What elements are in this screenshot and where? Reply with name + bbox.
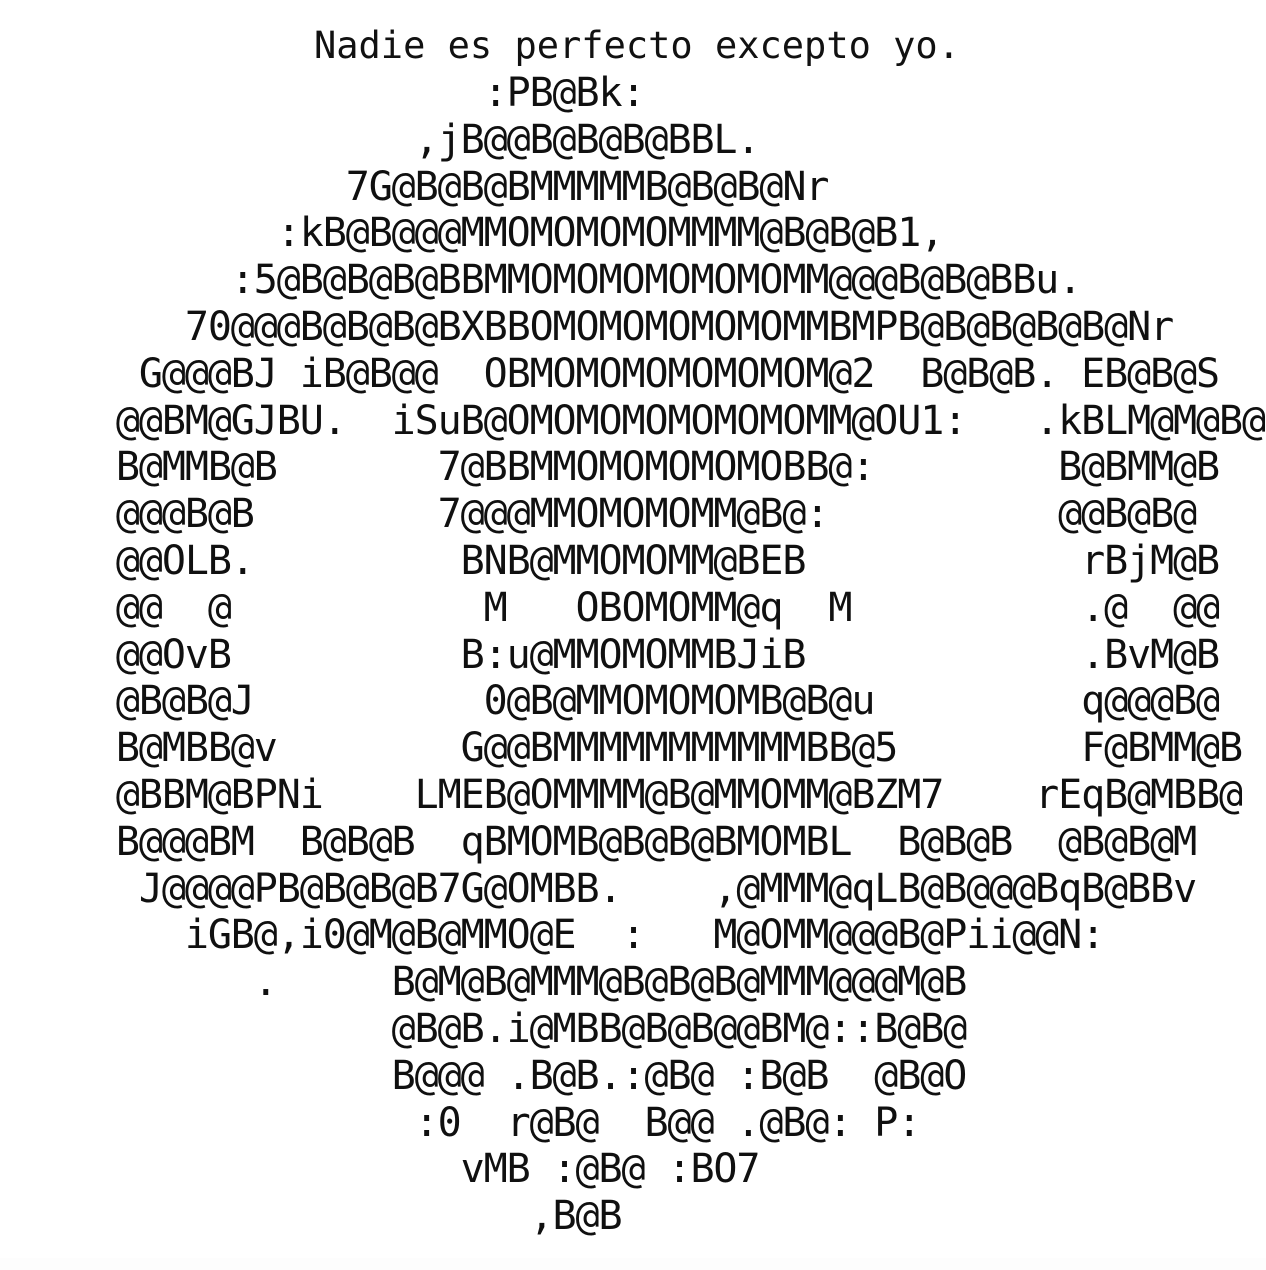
ascii-art-heart: :PB@Bk: ,jB@@B@B@B@BBL. 7G@B@B@BMMMMMB@B… <box>115 70 1266 1240</box>
page-bottom-edge <box>0 1258 1266 1270</box>
page-title: Nadie es perfecto excepto yo. <box>313 24 960 67</box>
ascii-art-container: :PB@Bk: ,jB@@B@B@B@BBL. 7G@B@B@BMMMMMB@B… <box>0 70 1266 1240</box>
ascii-art-page: Nadie es perfecto excepto yo. :PB@Bk: ,j… <box>0 0 1266 1270</box>
